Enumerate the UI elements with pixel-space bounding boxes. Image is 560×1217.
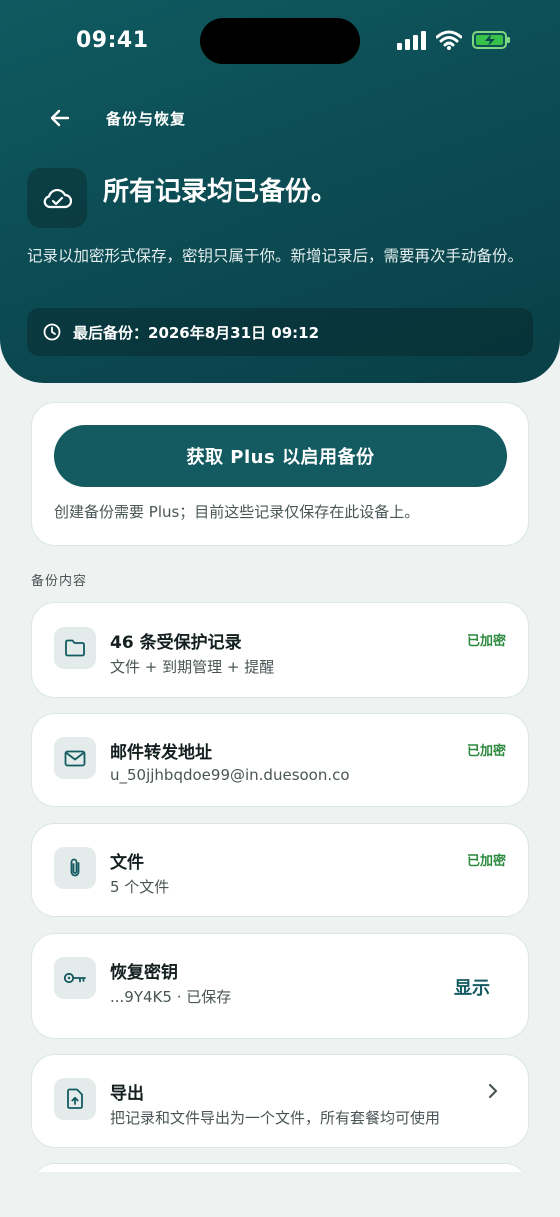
- item-icon-box: [54, 847, 96, 889]
- item-icon-box: [54, 737, 96, 779]
- dynamic-island: [200, 18, 360, 64]
- wifi-icon: [436, 30, 462, 50]
- back-button[interactable]: [46, 104, 74, 132]
- signal-icon: [397, 31, 426, 50]
- header: 09:41 备份与恢复 所有记录均已备份。 记录以加密形式保存，密钥只属于你。新…: [0, 0, 560, 383]
- status-time: 09:41: [76, 28, 149, 53]
- bottom-fade: [0, 1172, 560, 1217]
- list-item-files[interactable]: 文件 5 个文件 已加密: [31, 823, 529, 917]
- encrypted-badge: 已加密: [466, 634, 506, 649]
- clock-icon: [43, 323, 61, 341]
- list-item-records[interactable]: 46 条受保护记录 文件 + 到期管理 + 提醒 已加密: [31, 602, 529, 698]
- last-backup-banner: 最后备份：2026年8月31日 09:12: [27, 308, 533, 356]
- backup-description: 记录以加密形式保存，密钥只属于你。新增记录后，需要再次手动备份。: [27, 247, 524, 265]
- item-subtitle: 文件 + 到期管理 + 提醒: [110, 658, 275, 676]
- plus-upsell-card: 获取 Plus 以启用备份 创建备份需要 Plus；目前这些记录仅保存在此设备上…: [31, 402, 529, 546]
- list-item-recovery-key: 恢复密钥 ...9Y4K5 · 已保存 显示: [31, 933, 529, 1039]
- item-subtitle: u_50jjhbqdoe99@in.duesoon.co: [110, 766, 350, 784]
- nav-bar: 备份与恢复: [46, 104, 186, 132]
- item-title: 导出: [110, 1084, 144, 1104]
- battery-icon: [472, 31, 510, 49]
- folder-icon: [65, 639, 85, 657]
- item-title: 邮件转发地址: [110, 743, 212, 763]
- item-icon-box: [54, 957, 96, 999]
- page-title: 备份与恢复: [106, 109, 187, 128]
- get-plus-button[interactable]: 获取 Plus 以启用备份: [54, 425, 507, 487]
- export-icon: [67, 1088, 83, 1109]
- key-icon: [63, 972, 86, 984]
- item-title: 46 条受保护记录: [110, 633, 242, 653]
- list-item-export[interactable]: 导出 把记录和文件导出为一个文件，所有套餐均可使用: [31, 1054, 529, 1148]
- item-subtitle: ...9Y4K5 · 已保存: [110, 988, 232, 1006]
- item-title: 恢复密钥: [110, 963, 178, 983]
- encrypted-badge: 已加密: [466, 744, 506, 759]
- chevron-right-icon: [488, 1083, 498, 1099]
- arrow-left-icon: [50, 109, 70, 127]
- show-key-button[interactable]: 显示: [454, 974, 490, 1000]
- cloud-check-icon: [43, 188, 72, 209]
- item-subtitle: 把记录和文件导出为一个文件，所有套餐均可使用: [110, 1109, 441, 1127]
- item-icon-box: [54, 627, 96, 669]
- mail-icon: [64, 750, 86, 766]
- encrypted-badge: 已加密: [466, 854, 506, 869]
- list-item-mail-forwarding[interactable]: 邮件转发地址 u_50jjhbqdoe99@in.duesoon.co 已加密: [31, 713, 529, 807]
- item-icon-box: [54, 1078, 96, 1120]
- backup-status-title: 所有记录均已备份。: [103, 177, 338, 207]
- paperclip-icon: [70, 858, 80, 877]
- item-subtitle: 5 个文件: [110, 878, 170, 896]
- section-label: 备份内容: [31, 574, 88, 589]
- plus-note: 创建备份需要 Plus；目前这些记录仅保存在此设备上。: [54, 503, 420, 521]
- last-backup-text: 最后备份：2026年8月31日 09:12: [73, 323, 320, 342]
- cloud-badge: [27, 168, 87, 228]
- item-title: 文件: [110, 853, 144, 873]
- status-indicators: [396, 30, 512, 50]
